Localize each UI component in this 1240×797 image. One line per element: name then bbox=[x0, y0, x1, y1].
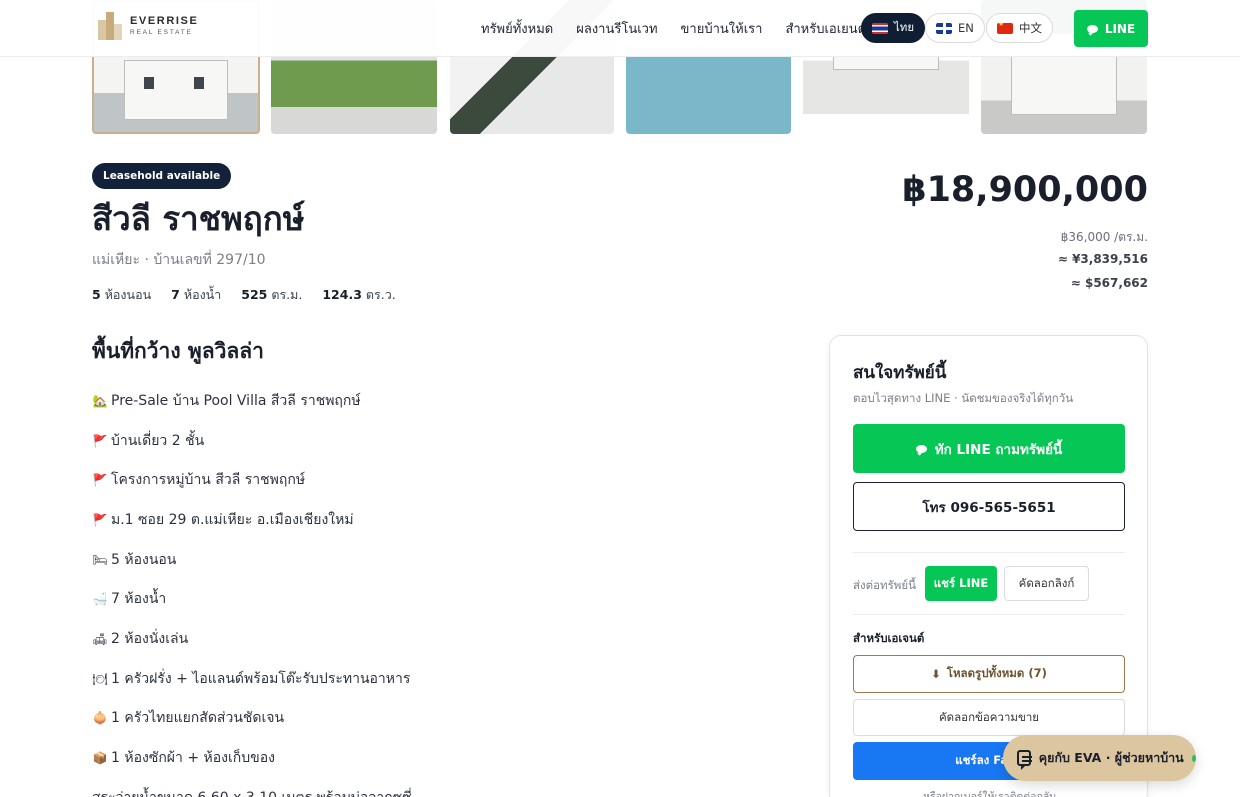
description-line: 🚩 บ้านเดี่ยว 2 ชั้น bbox=[92, 421, 792, 461]
price-per-sqm: ฿36,000 /ตร.ม. bbox=[1060, 230, 1148, 244]
nav-item-agents[interactable]: สำหรับเอเยนต์ bbox=[785, 18, 866, 39]
description-line: 🚩 โครงการหมู่บ้าน สีวลี ราชพฤกษ์ bbox=[92, 460, 792, 500]
inquiry-card: สนใจทรัพย์นี้ ตอบไวสุดทาง LINE · นัดชมขอ… bbox=[829, 335, 1148, 797]
description-line: 🧅 1 ครัวไทยแยกสัดส่วนชัดเจน bbox=[92, 699, 792, 739]
online-status-dot bbox=[1191, 754, 1196, 762]
brand-logo[interactable]: EVERRISE REAL ESTATE bbox=[96, 10, 198, 42]
spec-bedrooms: 5 ห้องนอน bbox=[92, 287, 152, 302]
brand-sub: REAL ESTATE bbox=[130, 28, 193, 36]
header-line-button[interactable]: LINE bbox=[1074, 10, 1148, 47]
flag-icon: 🚩 bbox=[92, 512, 108, 527]
box-icon: 📦 bbox=[92, 751, 108, 766]
download-photos-button[interactable]: ⬇ โหลดรูปทั้งหมด (7) bbox=[853, 655, 1125, 693]
call-button[interactable]: โทร 096-565-5651 bbox=[853, 482, 1125, 531]
sofa-icon: 🛋 bbox=[92, 631, 108, 646]
header-line-label: LINE bbox=[1104, 21, 1136, 36]
spec-bathrooms: 7 ห้องน้ำ bbox=[171, 287, 222, 302]
line-chat-icon bbox=[1086, 24, 1098, 33]
logo-icon bbox=[96, 10, 124, 42]
copy-link-button[interactable]: คัดลอกลิงก์ bbox=[1004, 566, 1089, 601]
copy-sales-text-button[interactable]: คัดลอกข้อความขาย bbox=[853, 699, 1125, 736]
spec-area-sqm: 525 ตร.ม. bbox=[241, 287, 303, 302]
window-shape bbox=[144, 77, 154, 89]
thai-flag-icon bbox=[872, 22, 888, 34]
description-line: 🛏 5 ห้องนอน bbox=[92, 540, 792, 580]
description-line: 🍽 1 ครัวฝรั่ง + ไอแลนด์พร้อมโต๊ะรับประทาน… bbox=[92, 659, 792, 699]
inquiry-title: สนใจทรัพย์นี้ bbox=[853, 363, 947, 383]
description-text: Pre-Sale บ้าน Pool Villa สีวลี ราชพฤกษ์ bbox=[111, 392, 361, 409]
china-flag-icon bbox=[997, 22, 1013, 34]
property-price: ฿18,900,000 bbox=[902, 170, 1148, 210]
main-nav: ทรัพย์ทั้งหมด ผลงานรีโนเวท ขายบ้านให้เรา… bbox=[481, 18, 866, 39]
flag-icon: 🚩 bbox=[92, 473, 108, 488]
price-jpy: ≈ ¥3,839,516 bbox=[1057, 252, 1148, 266]
share-line-button[interactable]: แชร์ LINE bbox=[925, 566, 997, 601]
description-line: 🚩 ม.1 ซอย 29 ต.แม่เหียะ อ.เมืองเชียงใหม่ bbox=[92, 500, 792, 540]
description-text: โครงการหมู่บ้าน สีวลี ราชพฤกษ์ bbox=[111, 472, 306, 489]
house-icon: 🏡 bbox=[92, 393, 108, 408]
description-line: 📦 1 ห้องซักผ้า + ห้องเก็บของ bbox=[92, 738, 792, 778]
ask-line-button[interactable]: ทัก LINE ถามทรัพย์นี้ bbox=[853, 424, 1125, 473]
description-text: 7 ห้องน้ำ bbox=[111, 591, 167, 608]
eva-chat-label: คุยกับ EVA · ผู้ช่วยหาบ้าน bbox=[1038, 750, 1184, 765]
description-list: 🏡 Pre-Sale บ้าน Pool Villa สีวลี ราชพฤกษ์… bbox=[92, 381, 792, 797]
chat-icon bbox=[1017, 750, 1032, 770]
leasehold-badge: Leasehold available bbox=[92, 163, 232, 189]
lang-en-button[interactable]: EN bbox=[925, 13, 985, 43]
house-photo bbox=[1010, 55, 1118, 115]
page-title: สีวลี ราชพฤกษ์ bbox=[92, 199, 305, 238]
bathtub-icon: 🛁 bbox=[92, 592, 108, 607]
line-chat-icon bbox=[915, 444, 927, 453]
property-specs: 5 ห้องนอน 7 ห้องน้ำ 525 ตร.ม. 124.3 ตร.ว… bbox=[92, 285, 396, 305]
nav-item-all-properties[interactable]: ทรัพย์ทั้งหมด bbox=[481, 18, 553, 39]
download-icon: ⬇ bbox=[931, 667, 941, 681]
description-line: สระว่ายน้ำขนาด 6.60 x 3.10 เมตร พร้อมบ่อ… bbox=[92, 778, 792, 797]
lang-label: 中文 bbox=[1019, 21, 1042, 35]
price-usd: ≈ $567,662 bbox=[1070, 276, 1148, 290]
window-shape bbox=[194, 77, 204, 89]
description-line: 🛋 2 ห้องนั่งเล่น bbox=[92, 619, 792, 659]
onion-icon: 🧅 bbox=[92, 711, 108, 726]
house-photo bbox=[123, 60, 229, 120]
nav-item-sell-to-us[interactable]: ขายบ้านให้เรา bbox=[681, 18, 763, 39]
uk-flag-icon bbox=[936, 22, 952, 34]
description-text: 5 ห้องนอน bbox=[111, 551, 177, 568]
description-heading: พื้นที่กว้าง พูลวิลล่า bbox=[92, 339, 264, 363]
bed-icon: 🛏 bbox=[92, 552, 108, 567]
brand-name: EVERRISE bbox=[130, 14, 199, 27]
description-text: ม.1 ซอย 29 ต.แม่เหียะ อ.เมืองเชียงใหม่ bbox=[111, 511, 354, 528]
description-text: สระว่ายน้ำขนาด 6.60 x 3.10 เมตร พร้อมบ่อ… bbox=[92, 787, 412, 797]
card-divider bbox=[853, 614, 1125, 615]
download-label: โหลดรูปทั้งหมด (7) bbox=[946, 666, 1047, 680]
site-header: EVERRISE REAL ESTATE ทรัพย์ทั้งหมด ผลงาน… bbox=[0, 0, 1240, 57]
spec-area-sqwah: 124.3 ตร.ว. bbox=[322, 287, 396, 302]
callback-link[interactable]: หรือฝากเบอร์ให้เราติดต่อกลับ bbox=[830, 788, 1149, 797]
eva-chat-button[interactable]: คุยกับ EVA · ผู้ช่วยหาบ้าน bbox=[1003, 735, 1196, 781]
card-divider bbox=[853, 552, 1125, 553]
description-text: 1 ห้องซักผ้า + ห้องเก็บของ bbox=[111, 750, 275, 767]
dining-icon: 🍽 bbox=[92, 671, 108, 686]
lang-label: EN bbox=[958, 21, 974, 35]
description-text: 1 ครัวฝรั่ง + ไอแลนด์พร้อมโต๊ะรับประทานอ… bbox=[111, 670, 411, 687]
description-line: 🏡 Pre-Sale บ้าน Pool Villa สีวลี ราชพฤกษ์ bbox=[92, 381, 792, 421]
lang-label: ไทย bbox=[894, 20, 915, 34]
description-text: 1 ครัวไทยแยกสัดส่วนชัดเจน bbox=[111, 710, 285, 727]
inquiry-subtitle: ตอบไวสุดทาง LINE · นัดชมของจริงได้ทุกวัน bbox=[853, 391, 1074, 405]
lang-cn-button[interactable]: 中文 bbox=[986, 13, 1053, 43]
description-text: 2 ห้องนั่งเล่น bbox=[111, 630, 189, 647]
description-text: บ้านเดี่ยว 2 ชั้น bbox=[111, 432, 205, 449]
share-label: ส่งต่อทรัพย์นี้ bbox=[853, 578, 916, 592]
description-line: 🛁 7 ห้องน้ำ bbox=[92, 579, 792, 619]
lang-thai-button[interactable]: ไทย bbox=[861, 13, 926, 43]
property-location: แม่เหียะ · บ้านเลขที่ 297/10 bbox=[92, 252, 266, 268]
nav-item-renovations[interactable]: ผลงานรีโนเวท bbox=[576, 18, 657, 39]
ask-line-label: ทัก LINE ถามทรัพย์นี้ bbox=[934, 441, 1063, 458]
flag-icon: 🚩 bbox=[92, 433, 108, 448]
agent-section-label: สำหรับเอเจนต์ bbox=[853, 631, 925, 645]
